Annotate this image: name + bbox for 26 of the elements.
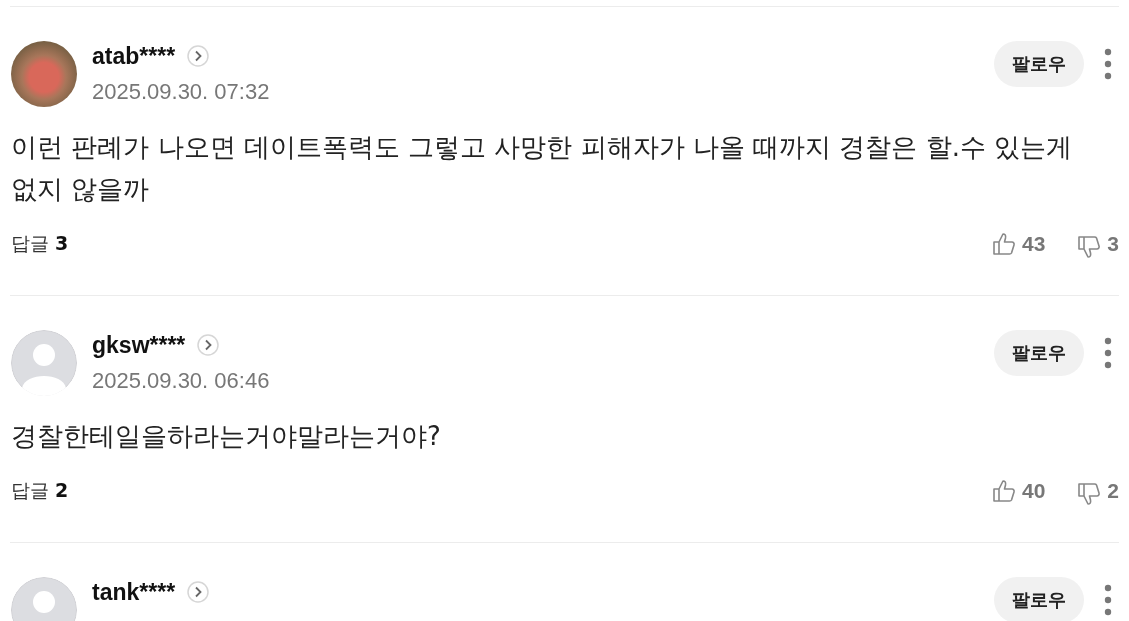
more-icon[interactable] [1104,584,1112,616]
reply-button[interactable]: 답글 3 [11,231,69,257]
username[interactable]: gksw**** [92,331,186,359]
comment-text: 이런 판례가 나오면 데이트폭력도 그렇고 사망한 피해자가 나올 때까지 경찰은 할.수 있는게 없지 않을까 [11,131,1074,206]
chevron-right-icon[interactable] [187,45,210,67]
more-icon[interactable] [1104,337,1112,369]
chevron-right-icon[interactable] [197,334,220,356]
like-count: 40 [1021,479,1046,503]
like-count: 43 [1021,232,1046,256]
comment-text: 경찰한테일을하라는거야말라는거야? [11,420,442,453]
dislike-count: 2 [1107,479,1119,503]
thumbs-up-icon[interactable] [991,479,1016,503]
thumbs-down-icon[interactable] [1077,482,1102,506]
thumbs-down-icon[interactable] [1077,235,1102,259]
chevron-right-icon[interactable] [187,581,210,603]
comment-date: 2025.09.30. 07:32 [92,79,270,105]
comment-date: 2025.09.30. 06:46 [92,368,270,394]
more-icon[interactable] [1104,48,1112,80]
follow-button[interactable]: 팔로우 [994,577,1084,621]
reply-button[interactable]: 답글 2 [11,478,69,504]
dislike-count: 3 [1107,232,1119,256]
username[interactable]: tank**** [92,578,176,606]
thumbs-up-icon[interactable] [991,232,1016,256]
follow-button[interactable]: 팔로우 [994,41,1084,87]
username[interactable]: atab**** [92,42,176,70]
follow-button[interactable]: 팔로우 [994,330,1084,376]
